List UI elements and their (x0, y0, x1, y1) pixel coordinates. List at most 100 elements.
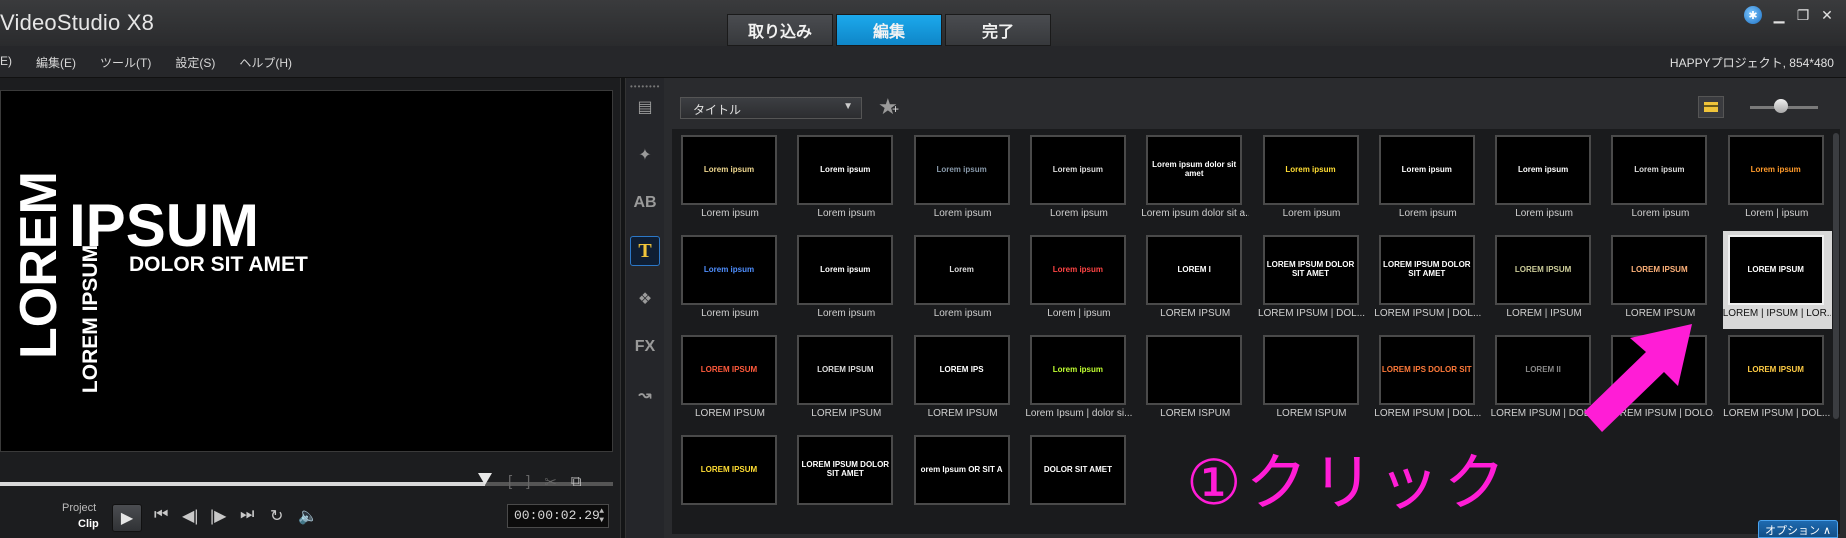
mark-in-icon[interactable]: [ (508, 473, 512, 491)
transition-icon[interactable]: AB (630, 188, 660, 218)
title-thumbnail[interactable]: Lorem ipsum Lorem ipsum (1606, 131, 1708, 219)
thumbnail-text: LOREM IPSUM (1747, 364, 1804, 374)
title-thumbnail[interactable]: Lorem ipsum Lorem | ipsum (1723, 131, 1824, 219)
thumbnail-text: orem Ipsum OR SIT A (920, 464, 1003, 474)
play-button[interactable]: ▶ (112, 504, 142, 532)
thumbnail-preview: orem Ipsum OR SIT A (913, 435, 1010, 505)
repeat-icon[interactable]: ↻ (270, 506, 283, 526)
category-dropdown[interactable]: タイトル ▼ (680, 97, 862, 119)
thumbnail-preview: LOREM IPSUM (1495, 235, 1592, 305)
graphic-icon[interactable]: ❖ (630, 284, 660, 314)
clip-mode-label[interactable]: Clip (78, 518, 99, 530)
close-icon[interactable]: ✕ (1820, 7, 1834, 24)
library-scrollbar[interactable] (1832, 129, 1840, 534)
transport-controls: Project Clip ▶ ⏮ ◀| |▶ ⏭ ↻ 🔈 00:00:02.29… (0, 496, 622, 538)
thumbnail-caption: Lorem | ipsum (1047, 308, 1111, 319)
thumbnail-preview (1262, 335, 1359, 405)
instant-project-icon[interactable]: ✦ (630, 140, 660, 170)
split-clip-icon[interactable]: ✂ (544, 473, 557, 491)
title-thumbnail[interactable]: Lorem ipsum Lorem ipsum (676, 131, 777, 219)
title-thumbnail[interactable]: Lorem ipsum Lorem Ipsum | dolor si... (1025, 331, 1132, 419)
thumbnail-text: Lorem ipsum (936, 164, 987, 174)
title-thumbnail[interactable]: LOREM IPS LOREM IPSUM (909, 331, 1010, 419)
path-icon[interactable]: ↝ (630, 380, 660, 410)
project-mode-label[interactable]: Project (62, 502, 96, 514)
title-thumbnail[interactable]: LOREM IPSUM LOREM IPSUM (1606, 231, 1708, 319)
title-icon[interactable]: T (630, 236, 660, 266)
title-thumbnail[interactable]: LOREM IPSUM LOREM IPSUM (676, 331, 777, 419)
home-icon[interactable]: ⏮ (154, 506, 168, 524)
thumbnail-caption: Lorem ipsum (933, 308, 992, 319)
thumbnail-preview: Lorem ipsum (681, 135, 777, 205)
menu-tools[interactable]: ツール(T) (100, 54, 151, 71)
chevron-down-icon: ▼ (843, 101, 853, 112)
title-thumbnail[interactable]: Lorem ipsum Lorem ipsum (1374, 131, 1475, 219)
filter-icon[interactable]: FX (630, 332, 660, 362)
title-thumbnail[interactable]: LOREM ISPUM (1258, 331, 1359, 419)
globe-icon[interactable]: ✱ (1744, 6, 1762, 24)
restore-icon[interactable]: ❐ (1796, 7, 1810, 24)
menu-edit[interactable]: 編集(E) (36, 54, 76, 71)
preview-window[interactable]: LOREM LOREM IPSUM IPSUM DOLOR SIT AMET (0, 90, 613, 452)
options-button[interactable]: オプション ∧ (1758, 520, 1838, 538)
title-thumbnail[interactable]: LOREM IPSUM LOREM IPSUM (792, 331, 894, 419)
title-thumbnail[interactable]: LOREM I LOREM IPSUM (1141, 231, 1243, 319)
title-thumbnail[interactable]: LOREM IPSUM DOLOR SIT AMET LOREM IPSUM | … (1258, 231, 1365, 319)
volume-icon[interactable]: 🔈 (298, 506, 318, 526)
title-thumbnail[interactable]: LOREM IPSUM DOLOR SIT AMET (792, 431, 894, 513)
end-icon[interactable]: ⏭ (240, 506, 254, 524)
thumbnail-text: LOREM IPSUM (817, 364, 874, 374)
title-thumbnail[interactable]: Lorem ipsum dolor sit amet Lorem ipsum do… (1141, 131, 1249, 219)
thumbnail-caption: LOREM IPSUM | DOL... (1374, 308, 1482, 319)
scrubber-played (0, 482, 485, 486)
thumbnail-text: DOLOR SIT AMET (1043, 464, 1112, 474)
title-thumbnail[interactable]: orem Ipsum OR SIT A (909, 431, 1010, 513)
tab-share[interactable]: 完了 (945, 14, 1051, 46)
enlarge-preview-icon[interactable]: ⧉ (571, 473, 582, 491)
menu-help[interactable]: ヘルプ(H) (239, 54, 292, 71)
media-icon[interactable]: ▤ (630, 92, 660, 122)
tab-edit[interactable]: 編集 (836, 14, 942, 46)
title-thumbnail[interactable]: LOREM IPS DOLOR SIT LOREM IPSUM | DOL... (1374, 331, 1481, 419)
preview-text-dolor: DOLOR SIT AMET (129, 253, 308, 276)
grip-handle[interactable]: •••••••• (630, 82, 660, 91)
thumbnail-caption: Lorem ipsum (1282, 208, 1341, 219)
scrubber-handle[interactable] (478, 473, 492, 485)
title-thumbnail[interactable]: Lorem ipsum Lorem ipsum (1025, 131, 1126, 219)
timecode-spinner[interactable]: ▲ ▼ (599, 507, 604, 525)
title-thumbnail[interactable]: Lorem ipsum Lorem ipsum (909, 131, 1010, 219)
thumbnail-preview: Lorem ipsum (1262, 135, 1359, 205)
mark-out-icon[interactable]: ] (526, 473, 530, 491)
player-panel: LOREM LOREM IPSUM IPSUM DOLOR SIT AMET [… (0, 78, 622, 538)
title-thumbnail[interactable]: LOREM IPSUM (676, 431, 777, 513)
title-thumbnail[interactable]: Lorem ipsum Lorem ipsum (1490, 131, 1592, 219)
view-toggle-button[interactable] (1698, 96, 1724, 118)
menu-file[interactable]: E) (0, 54, 12, 71)
title-thumbnail[interactable]: Lorem ipsum Lorem ipsum (676, 231, 777, 319)
previous-frame-icon[interactable]: ◀| (182, 506, 198, 526)
tab-capture[interactable]: 取り込み (727, 14, 833, 46)
title-thumbnail[interactable]: LOREM IPSUM DOLOR SIT AMET LOREM IPSUM | … (1374, 231, 1481, 319)
menu-settings[interactable]: 設定(S) (175, 54, 215, 71)
thumbnail-preview (1146, 335, 1243, 405)
title-thumbnail[interactable]: Lorem ipsum Lorem ipsum (1258, 131, 1359, 219)
title-thumbnail[interactable]: Lorem ipsum Lorem | ipsum (1025, 231, 1126, 319)
minimize-icon[interactable]: ▁ (1772, 7, 1786, 24)
title-thumbnail[interactable]: LOREM ISPUM (1141, 331, 1243, 419)
thumbnail-text: Lorem ipsum (820, 164, 871, 174)
thumbnail-caption: Lorem ipsum dolor sit a... (1141, 208, 1250, 219)
add-to-favorites-icon[interactable]: ★ + (878, 94, 899, 120)
title-thumbnail-selected[interactable]: LOREM IPSUM LOREM | IPSUM | LOR... (1722, 231, 1835, 329)
workspace-tabs: 取り込み 編集 完了 (727, 14, 1051, 46)
title-thumbnail[interactable]: LOREM IPSUM LOREM | IPSUM (1490, 231, 1592, 319)
thumbnail-size-knob[interactable] (1774, 99, 1788, 113)
timecode-field[interactable]: 00:00:02.29 ▲ ▼ (507, 504, 609, 528)
title-thumbnail[interactable]: DOLOR SIT AMET (1025, 431, 1126, 513)
title-thumbnail[interactable]: Lorem ipsum Lorem ipsum (792, 131, 894, 219)
title-thumbnail[interactable]: Lorem Lorem ipsum (909, 231, 1010, 319)
next-frame-icon[interactable]: |▶ (210, 506, 226, 526)
window-controls: ✱ ▁ ❐ ✕ (1744, 6, 1834, 24)
scrollbar-thumb[interactable] (1833, 133, 1839, 419)
title-thumbnail[interactable]: Lorem ipsum Lorem ipsum (792, 231, 894, 319)
title-thumbnail[interactable]: LOREM IPSUM LOREM IPSUM | DOL... (1723, 331, 1830, 419)
